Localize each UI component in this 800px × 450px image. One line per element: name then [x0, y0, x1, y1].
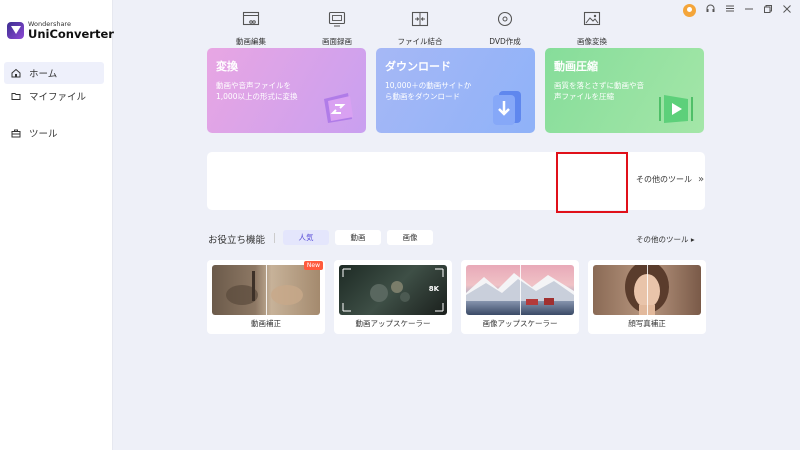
- feature-card-image-upscaler[interactable]: 画像アップスケーラー: [461, 260, 579, 334]
- close-icon[interactable]: [782, 4, 792, 17]
- headset-icon[interactable]: [705, 3, 716, 17]
- image-upscaler-thumbnail: [466, 265, 574, 315]
- chip-video[interactable]: 動画: [335, 230, 381, 245]
- feature-card-video-enhance[interactable]: New 動画補正: [207, 260, 325, 334]
- feature-card-label: 動画補正: [251, 319, 281, 328]
- merge-icon: [411, 11, 429, 27]
- uniconverter-logo-icon: [7, 22, 24, 39]
- feature-card-desc: 動画や音声ファイルを1,000以上の形式に変換: [216, 81, 298, 101]
- tool-file-merge[interactable]: ファイル結合: [384, 0, 456, 58]
- image-convert-icon: [583, 11, 601, 26]
- face-retouch-thumbnail: [593, 265, 701, 315]
- sidebar-item-myfiles[interactable]: マイファイル: [4, 85, 104, 107]
- dvd-icon: [497, 11, 513, 27]
- feature-card-desc: 画質を落とさずに動画や音声ファイルを圧縮: [554, 81, 644, 101]
- feature-card-label: 動画アップスケーラー: [355, 319, 431, 328]
- sidebar-item-label: ツール: [29, 129, 58, 140]
- minimize-icon[interactable]: [744, 4, 754, 16]
- toolbox-icon: [11, 128, 21, 138]
- feature-card-compress[interactable]: 動画圧縮 画質を落とさずに動画や音声ファイルを圧縮: [545, 48, 704, 133]
- sidebar-item-home[interactable]: ホーム: [4, 62, 104, 84]
- convert-illustration-icon: [324, 93, 353, 123]
- compress-illustration-icon: [659, 95, 693, 123]
- double-chevron-right-icon: »: [698, 174, 705, 185]
- feature-card-face-retouch[interactable]: 顔写真補正: [588, 260, 706, 334]
- tool-image-convert[interactable]: 画像変換: [556, 0, 628, 58]
- menu-icon[interactable]: [725, 4, 735, 16]
- tool-dvd-create[interactable]: DVD作成: [469, 0, 541, 58]
- tool-label: 画面録画: [322, 37, 352, 46]
- feature-card-title: ダウンロード: [385, 60, 451, 73]
- sidebar-item-tools[interactable]: ツール: [4, 122, 104, 144]
- video-enhance-thumbnail: [212, 265, 320, 315]
- product-name: UniConverter: [28, 26, 114, 41]
- feature-card-download[interactable]: ダウンロード 10,000＋の動画サイトから動画をダウンロード: [376, 48, 535, 133]
- chip-popular[interactable]: 人気: [283, 230, 329, 245]
- tool-label: 画像変換: [577, 37, 607, 46]
- screen-record-icon: [328, 11, 346, 27]
- video-upscaler-thumbnail: 8K: [339, 265, 447, 315]
- feature-card-convert[interactable]: 変換 動画や音声ファイルを1,000以上の形式に変換: [207, 48, 366, 133]
- restore-icon[interactable]: [763, 4, 773, 17]
- quick-tools-bar: [207, 152, 705, 210]
- useful-features-title: お役立ち機能: [208, 235, 266, 246]
- sidebar: Wondershare UniConverter ホーム マイファイル ツール: [0, 0, 114, 450]
- feature-card-label: 顔写真補正: [628, 319, 666, 328]
- tool-label: 動画編集: [236, 37, 266, 46]
- sidebar-item-label: ホーム: [29, 69, 58, 80]
- video-edit-icon: [242, 11, 260, 26]
- tool-video-edit[interactable]: 動画編集: [215, 0, 287, 58]
- feature-card-video-upscaler[interactable]: 8K 動画アップスケーラー: [334, 260, 452, 334]
- feature-card-desc: 10,000＋の動画サイトから動画をダウンロード: [385, 81, 472, 101]
- new-badge: New: [303, 261, 323, 270]
- window-controls: [683, 3, 792, 17]
- resolution-label: 8K: [428, 285, 439, 293]
- divider: [274, 233, 275, 243]
- download-illustration-icon: [493, 91, 521, 125]
- folder-icon: [11, 91, 21, 101]
- app-logo: Wondershare UniConverter: [7, 21, 114, 40]
- home-icon: [11, 68, 21, 78]
- feature-card-title: 変換: [216, 60, 238, 73]
- tool-screen-record[interactable]: 画面録画: [301, 0, 373, 58]
- tool-label: ファイル結合: [397, 37, 443, 46]
- chip-image[interactable]: 画像: [387, 230, 433, 245]
- sidebar-item-label: マイファイル: [29, 92, 87, 103]
- more-tools-label: その他のツール: [636, 175, 692, 184]
- feature-card-title: 動画圧縮: [554, 60, 598, 73]
- feature-card-label: 画像アップスケーラー: [482, 319, 558, 328]
- more-tools-button[interactable]: その他のツール »: [636, 174, 704, 185]
- avatar[interactable]: [683, 3, 696, 17]
- tool-label: DVD作成: [489, 37, 521, 46]
- other-tools-link[interactable]: その他のツール ▸: [636, 234, 695, 245]
